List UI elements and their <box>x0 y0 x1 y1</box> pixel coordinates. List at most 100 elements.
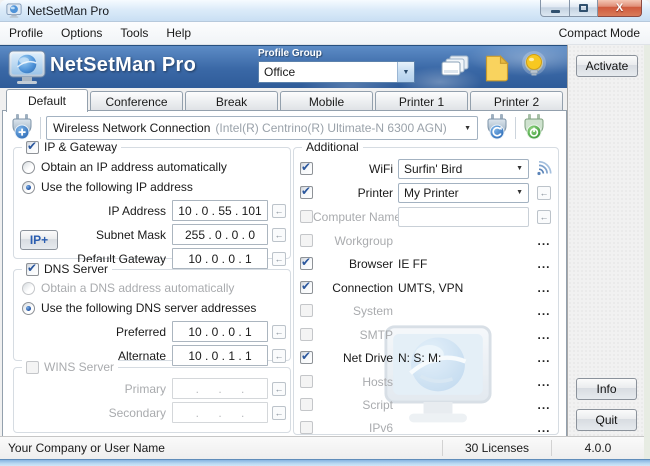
radio-use-dns[interactable]: Use the following DNS server addresses <box>14 298 290 318</box>
wifi-label: WiFi <box>369 161 393 176</box>
hosts-checkbox[interactable] <box>300 375 313 388</box>
system-checkbox[interactable] <box>300 304 313 317</box>
window-title: NetSetMan Pro <box>27 4 110 18</box>
printer-checkbox[interactable] <box>300 184 313 199</box>
wins-server-checkbox[interactable] <box>26 360 39 374</box>
radio-obtain-dns-label: Obtain a DNS address automatically <box>41 281 235 295</box>
radio-use-ip[interactable]: Use the following IP address <box>14 177 290 197</box>
insert-current-icon[interactable]: ← <box>272 227 286 242</box>
connection-checkbox[interactable] <box>300 279 313 294</box>
smtp-label: SMTP <box>359 327 393 342</box>
workgroup-checkbox[interactable] <box>300 234 313 247</box>
browser-checkbox[interactable] <box>300 255 313 270</box>
activate-button[interactable]: Activate <box>576 55 638 77</box>
tab-printer-2[interactable]: Printer 2 <box>470 91 563 111</box>
app-version: 4.0.0 <box>584 441 612 455</box>
chevron-down-icon[interactable]: ▼ <box>397 62 414 82</box>
preferred-dns-label: Preferred <box>115 324 166 339</box>
smtp-more-button[interactable]: ... <box>534 328 554 342</box>
workgroup-more-button[interactable]: ... <box>534 234 554 248</box>
smtp-checkbox[interactable] <box>300 328 313 341</box>
profile-group-value: Office <box>264 65 296 79</box>
radio-icon[interactable] <box>22 160 35 174</box>
menu-bar: Profile Options Tools Help Compact Mode <box>0 22 650 45</box>
net-drive-value: N: S: M: <box>398 350 442 365</box>
tab-break[interactable]: Break <box>185 91 278 111</box>
dns-server-checkbox[interactable] <box>26 261 39 276</box>
right-sidebar: Activate Info Quit <box>567 45 644 436</box>
hosts-label: Hosts <box>362 374 393 389</box>
wifi-signal-icon[interactable] <box>534 161 554 176</box>
status-bar: Your Company or User Name 30 Licenses 4.… <box>0 436 644 459</box>
smtp-row: SMTP ... <box>298 324 554 345</box>
menu-help[interactable]: Help <box>157 23 200 43</box>
minimize-button[interactable] <box>540 0 570 17</box>
ip-gateway-checkbox[interactable] <box>26 139 39 154</box>
workgroup-row: Workgroup ... <box>298 230 554 251</box>
ipv6-row: IPv6 ... <box>298 417 554 438</box>
net-drive-checkbox[interactable] <box>300 349 313 364</box>
alternate-dns-field[interactable]: 10 . 0 . 1 . 1 <box>172 345 268 366</box>
system-more-button[interactable]: ... <box>534 304 554 318</box>
insert-current-icon[interactable]: ← <box>272 348 286 363</box>
menu-tools[interactable]: Tools <box>111 23 157 43</box>
compact-mode-toggle[interactable]: Compact Mode <box>559 26 650 40</box>
wifi-checkbox[interactable] <box>300 160 313 175</box>
net-drive-label: Net Drive <box>342 350 393 365</box>
system-label: System <box>352 303 393 318</box>
maximize-button[interactable] <box>570 0 598 17</box>
printer-select[interactable]: My Printer ▼ <box>398 182 529 203</box>
net-drive-more-button[interactable]: ... <box>534 351 554 365</box>
insert-current-icon[interactable]: ← <box>537 185 551 200</box>
license-owner: Your Company or User Name <box>8 441 165 455</box>
additional-legend: Additional <box>302 140 363 154</box>
maximize-icon <box>579 4 588 12</box>
browser-more-button[interactable]: ... <box>534 257 554 271</box>
tab-conference[interactable]: Conference <box>90 91 183 111</box>
close-button[interactable]: X <box>598 0 642 17</box>
hosts-more-button[interactable]: ... <box>534 375 554 389</box>
computer-name-input[interactable] <box>398 206 529 227</box>
net-drive-row: Net Drive N: S: M: ... <box>298 347 554 368</box>
preferred-dns-field[interactable]: 10 . 0 . 0 . 1 <box>172 321 268 342</box>
radio-icon[interactable] <box>22 180 35 194</box>
ip-address-field[interactable]: 10 . 0 . 55 . 101 <box>172 200 268 221</box>
default-gateway-field[interactable]: 10 . 0 . 0 . 1 <box>172 248 268 269</box>
browser-label: Browser <box>348 256 393 271</box>
computer-name-checkbox[interactable] <box>300 210 313 223</box>
refresh-adapters-icon[interactable] <box>484 113 510 143</box>
radio-use-dns-label: Use the following DNS server addresses <box>41 301 257 315</box>
lightbulb-icon[interactable] <box>518 50 550 87</box>
menu-profile[interactable]: Profile <box>0 23 52 43</box>
connection-more-button[interactable]: ... <box>534 281 554 295</box>
ipv6-checkbox[interactable] <box>300 421 313 434</box>
ip-gateway-title: IP & Gateway <box>44 140 118 154</box>
radio-obtain-ip[interactable]: Obtain an IP address automatically <box>14 157 290 177</box>
insert-current-icon[interactable]: ← <box>272 324 286 339</box>
chevron-down-icon: ▼ <box>516 165 523 172</box>
radio-icon[interactable] <box>22 301 35 315</box>
ipv6-more-button[interactable]: ... <box>534 421 554 435</box>
script-checkbox[interactable] <box>300 398 313 411</box>
tab-default[interactable]: Default <box>6 89 88 112</box>
menu-options[interactable]: Options <box>52 23 111 43</box>
subnet-mask-field[interactable]: 255 . 0 . 0 . 0 <box>172 224 268 245</box>
profile-group-select[interactable]: Office ▼ <box>258 61 415 83</box>
wifi-select[interactable]: Surfin' Bird ▼ <box>398 158 529 179</box>
insert-current-icon[interactable]: ← <box>272 203 286 218</box>
activate-adapter-icon[interactable] <box>521 113 547 143</box>
insert-current-icon: ← <box>537 209 551 224</box>
script-more-button[interactable]: ... <box>534 398 554 412</box>
quit-button[interactable]: Quit <box>576 409 637 431</box>
script-label: Script <box>362 397 393 412</box>
profile-tabs: Default Conference Break Mobile Printer … <box>6 88 566 112</box>
profile-file-icon[interactable] <box>483 54 511 85</box>
ip-plus-button[interactable]: IP+ <box>20 230 58 250</box>
adapter-name: Wireless Network Connection <box>53 121 211 135</box>
info-button[interactable]: Info <box>576 378 637 400</box>
profiles-stack-icon[interactable] <box>441 54 471 85</box>
adapter-select[interactable]: Wireless Network Connection (Intel(R) Ce… <box>46 116 478 140</box>
tab-mobile[interactable]: Mobile <box>280 91 373 111</box>
tab-printer-1[interactable]: Printer 1 <box>375 91 468 111</box>
insert-current-icon[interactable]: ← <box>272 251 286 266</box>
